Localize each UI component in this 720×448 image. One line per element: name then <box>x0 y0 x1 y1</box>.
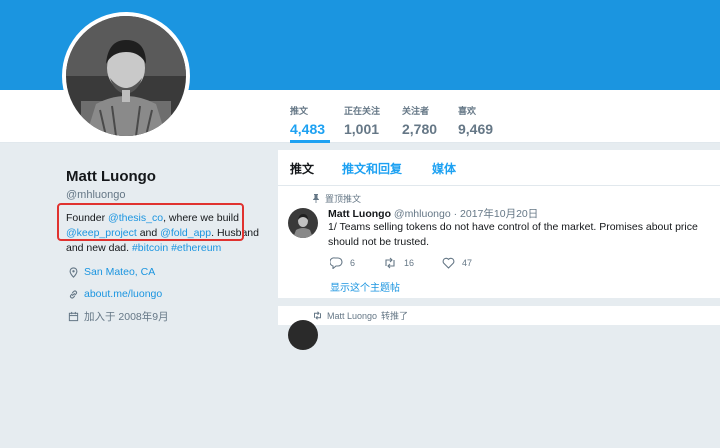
timeline-tabs: 推文 推文和回复 媒体 <box>278 150 720 186</box>
location-pin-icon <box>69 266 78 278</box>
tweet-author-handle[interactable]: @mhluongo <box>394 208 451 220</box>
retweet-indicator: Matt Luongo 转推了 <box>312 309 408 322</box>
pinned-indicator: 置顶推文 <box>312 192 361 205</box>
stat-value: 1,001 <box>344 121 380 137</box>
retweet-button[interactable]: 16 <box>383 257 414 269</box>
joined-text: 加入于 2008年9月 <box>84 311 169 323</box>
stat-value: 9,469 <box>458 121 494 137</box>
retweet-count: 16 <box>404 258 415 268</box>
like-count: 47 <box>462 258 473 268</box>
like-button[interactable]: 47 <box>442 257 472 269</box>
stat-following[interactable]: 正在关注 1,001 <box>344 104 390 142</box>
heart-icon <box>442 257 455 269</box>
header-separator: · <box>450 208 461 220</box>
stat-label: 正在关注 <box>344 106 381 116</box>
retweet-action-text: 转推了 <box>381 311 409 321</box>
tweet-header: Matt Luongo @mhluongo · 2017年10月20日 <box>328 206 538 221</box>
tab-media[interactable]: 媒体 <box>432 160 456 177</box>
stat-label: 喜欢 <box>458 106 477 116</box>
avatar-photo <box>66 16 186 136</box>
pinned-label: 置顶推文 <box>325 194 362 204</box>
timeline-panel: 推文 推文和回复 媒体 置顶推文 Matt Luongo @mhluongo ·… <box>278 150 720 350</box>
reply-count: 6 <box>350 258 356 268</box>
annotation-highlight-box <box>57 203 244 241</box>
profile-website: about.me/luongo <box>68 288 162 300</box>
profile-name[interactable]: Matt Luongo <box>66 168 156 185</box>
pinned-tweet[interactable]: 置顶推文 Matt Luongo @mhluongo · 2017年10月20日… <box>278 186 720 448</box>
tab-tweets[interactable]: 推文 <box>290 160 314 177</box>
tweet-avatar[interactable] <box>288 208 318 238</box>
show-thread-link[interactable]: 显示这个主题帖 <box>330 279 400 294</box>
stat-followers[interactable]: 关注者 2,780 <box>402 104 448 142</box>
tweet-actions: 6 16 47 <box>330 257 500 269</box>
retweeted-icon <box>314 311 321 320</box>
retweeter-name[interactable]: Matt Luongo <box>327 311 377 321</box>
tweet-text: 1/ Teams selling tokens do not have cont… <box>328 221 698 248</box>
tab-tweets-and-replies[interactable]: 推文和回复 <box>342 160 402 177</box>
stat-likes[interactable]: 喜欢 9,469 <box>458 104 504 142</box>
tweet-divider <box>278 298 720 306</box>
tweet-date[interactable]: 2017年10月20日 <box>460 208 538 220</box>
website-link[interactable]: about.me/luongo <box>84 288 162 300</box>
link-icon <box>69 289 78 299</box>
calendar-icon <box>68 311 79 322</box>
stat-value: 2,780 <box>402 121 438 137</box>
retweet-icon <box>385 257 395 269</box>
profile-location: San Mateo, CA <box>68 266 155 278</box>
reply-button[interactable]: 6 <box>330 257 355 269</box>
profile-avatar[interactable] <box>62 12 190 140</box>
stat-value: 4,483 <box>290 121 326 137</box>
location-text[interactable]: San Mateo, CA <box>84 266 155 278</box>
hashtag-link-ethereum[interactable]: #ethereum <box>171 242 221 254</box>
stat-label: 关注者 <box>402 106 430 116</box>
profile-joined: 加入于 2008年9月 <box>68 309 169 324</box>
tweet-author-name[interactable]: Matt Luongo <box>328 208 391 220</box>
reply-icon <box>330 257 343 269</box>
hashtag-link-bitcoin[interactable]: #bitcoin <box>132 242 168 254</box>
stat-label: 推文 <box>290 106 309 116</box>
stat-tweets[interactable]: 推文 4,483 <box>290 104 330 143</box>
pin-icon <box>313 194 319 203</box>
profile-handle: @mhluongo <box>66 189 126 201</box>
